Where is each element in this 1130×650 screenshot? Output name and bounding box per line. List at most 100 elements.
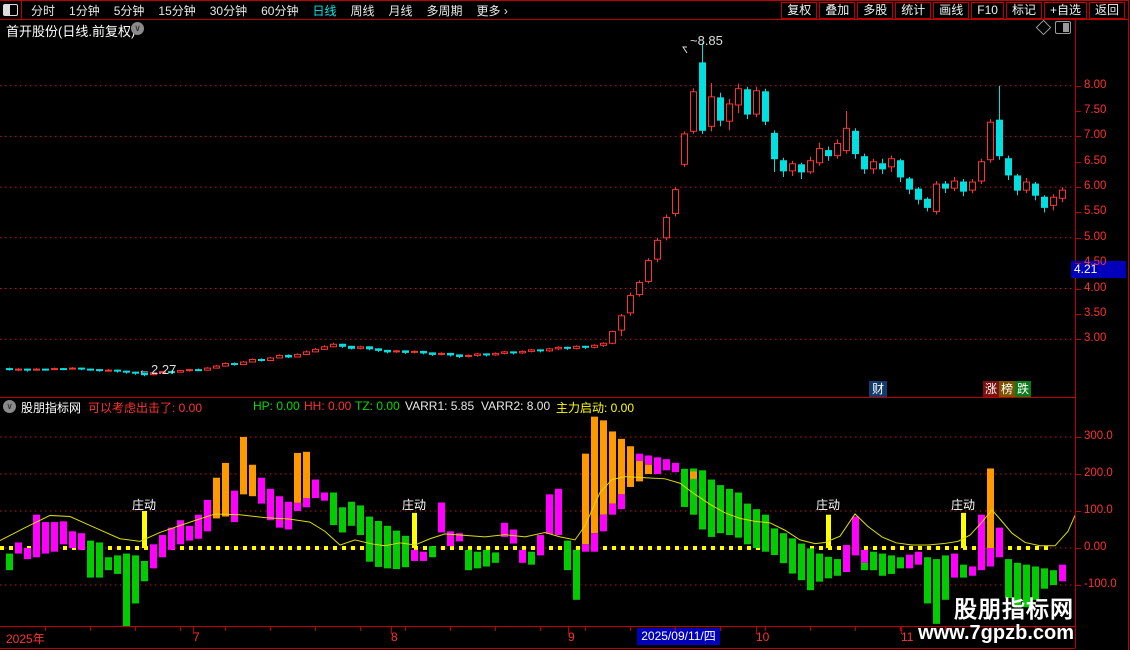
toolbar-button-多股[interactable]: 多股	[857, 1, 894, 19]
date-tick	[315, 627, 316, 631]
indicator-chart[interactable]: 庄动 庄动 庄动 庄动	[0, 415, 1075, 626]
low-price-annotation: ←2.27	[138, 362, 177, 377]
selected-date-badge: 2025/09/11/四	[637, 628, 720, 645]
toolbar-button-返回[interactable]: 返回	[1088, 1, 1125, 19]
indicator-axis-label: 300.0	[1084, 430, 1113, 442]
tab-period-多周期[interactable]: 多周期	[427, 2, 463, 19]
indicator-field-HP: HP: 0.00	[253, 399, 300, 413]
tab-period-分时[interactable]: 分时	[31, 2, 55, 19]
top-toolbar: 分时 1分钟 5分钟 15分钟 30分钟 60分钟 日线 周线 月线 多周期 更多 › 复权 叠加 多股…	[0, 0, 1128, 20]
toolbar-buttons: 复权 叠加 多股 统计 画线 F10 标记 +自选 返回	[779, 1, 1128, 19]
date-tick	[495, 627, 496, 631]
toolbar-button-统计[interactable]: 统计	[895, 1, 932, 19]
date-tick	[225, 627, 226, 631]
date-axis-top-line	[0, 626, 1075, 627]
indicator-header: ∨ 股朋指标网 可以考虑出击了: 0.00 HP: 0.00 HH: 0.00 TZ:…	[0, 399, 1075, 415]
axis-tick	[1075, 313, 1081, 315]
tab-period-更多 ›[interactable]: 更多 ›	[477, 2, 508, 19]
candlestick-chart[interactable]	[0, 19, 1075, 398]
finance-badge[interactable]: 财	[869, 381, 887, 397]
price-axis-label: 7.00	[1084, 129, 1107, 142]
date-tick	[585, 627, 586, 631]
toolbar-button-+自选[interactable]: +自选	[1043, 1, 1087, 19]
panel-divider	[0, 397, 1075, 398]
price-axis-label: 5.00	[1084, 230, 1107, 243]
price-axis-label: 7.50	[1084, 104, 1107, 117]
date-tick	[810, 627, 811, 631]
indicator-axis-label: -100.0	[1084, 578, 1117, 590]
watermark-site-name: 股朋指标网	[954, 596, 1074, 622]
indicator-field-可以考虑出击了: 可以考虑出击了: 0.00	[88, 401, 203, 415]
date-tick	[360, 627, 361, 631]
toolbar-button-叠加[interactable]: 叠加	[819, 1, 856, 19]
indicator-field-VARR1: VARR1: 5.85	[405, 399, 475, 413]
collapse-icon[interactable]: ∨	[3, 400, 16, 413]
date-tick	[675, 627, 676, 631]
layout-toggle-button[interactable]	[0, 1, 22, 19]
price-axis-label: 6.50	[1084, 154, 1107, 167]
limit-updown-badge[interactable]: 涨榜跌	[983, 381, 1031, 397]
date-tick	[180, 627, 181, 631]
axis-tick	[1075, 474, 1081, 475]
axis-tick	[1075, 263, 1081, 265]
indicator-axis-label: 0.00	[1084, 541, 1107, 553]
zhuangdong-label: 庄动	[816, 497, 840, 512]
axis-tick	[1075, 585, 1081, 586]
month-tick	[756, 627, 757, 634]
indicator-field-主力启动: 主力启动: 0.00	[556, 401, 635, 415]
tab-period-日线[interactable]: 日线	[312, 2, 336, 19]
axis-tick	[1075, 187, 1081, 189]
indicator-axis-label: 100.0	[1084, 504, 1113, 516]
watermark: 股朋指标网 www.7gpzb.com	[918, 596, 1074, 644]
toolbar-button-F10[interactable]: F10	[971, 1, 1004, 19]
zhuangdong-label: 庄动	[402, 497, 426, 512]
month-tick	[193, 627, 194, 634]
date-tick	[405, 627, 406, 631]
date-label: 8	[391, 630, 398, 644]
limit-char: 跌	[1015, 381, 1031, 397]
price-axis-label: 6.00	[1084, 180, 1107, 193]
limit-char: 涨	[983, 381, 999, 397]
date-label: 7	[193, 630, 200, 644]
tab-period-30分钟[interactable]: 30分钟	[210, 2, 247, 19]
high-price-annotation: ~8.85	[690, 33, 723, 48]
indicator-field-VARR2: VARR2: 8.00	[481, 399, 551, 413]
toolbar-button-画线[interactable]: 画线	[933, 1, 970, 19]
tab-period-5分钟[interactable]: 5分钟	[114, 2, 145, 19]
axis-tick	[1075, 339, 1081, 341]
date-label: 9	[568, 630, 575, 644]
price-axis-label: 3.50	[1084, 306, 1107, 319]
date-tick	[630, 627, 631, 631]
tab-period-周线[interactable]: 周线	[350, 2, 374, 19]
price-axis-label: 4.00	[1084, 281, 1107, 294]
zhuangdong-label: 庄动	[132, 497, 156, 512]
date-label: 2025年	[6, 632, 45, 646]
axis-tick	[1075, 212, 1081, 214]
toolbar-button-复权[interactable]: 复权	[781, 1, 818, 19]
axis-tick	[1075, 85, 1081, 87]
month-tick	[391, 627, 392, 634]
axis-tick	[1075, 111, 1081, 113]
zhuangdong-label: 庄动	[951, 497, 975, 512]
date-tick	[855, 627, 856, 631]
indicator-field-HH: HH: 0.00	[304, 399, 352, 413]
indicator-field-TZ: TZ: 0.00	[355, 399, 400, 413]
axis-border	[1075, 19, 1076, 648]
price-axis-label: 8.00	[1084, 78, 1107, 91]
date-tick	[450, 627, 451, 631]
month-tick	[901, 627, 902, 634]
date-tick	[765, 627, 766, 631]
date-tick	[540, 627, 541, 631]
tab-period-月线[interactable]: 月线	[389, 2, 413, 19]
axis-tick	[1075, 161, 1081, 163]
indicator-name: 股朋指标网	[21, 401, 82, 415]
toolbar-button-标记[interactable]: 标记	[1005, 1, 1042, 19]
tab-period-60分钟[interactable]: 60分钟	[261, 2, 298, 19]
tab-period-1分钟[interactable]: 1分钟	[69, 2, 100, 19]
month-tick	[568, 627, 569, 634]
price-axis-label: 3.00	[1084, 332, 1107, 345]
axis-tick	[1075, 511, 1081, 512]
price-axis-label: 4.50	[1084, 256, 1107, 269]
trading-app-window: 分时 1分钟 5分钟 15分钟 30分钟 60分钟 日线 周线 月线 多周期 更多 › 复权 叠加 多股…	[0, 0, 1130, 650]
tab-period-15分钟[interactable]: 15分钟	[158, 2, 195, 19]
